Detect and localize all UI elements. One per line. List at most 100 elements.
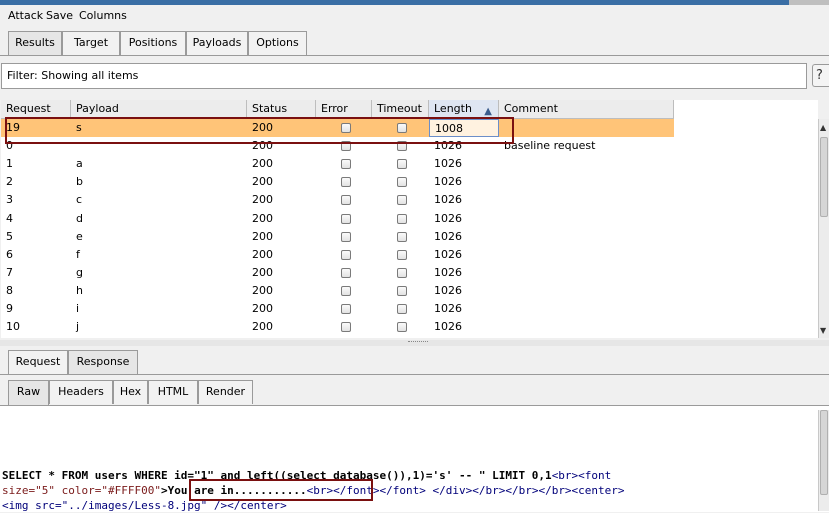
tab-response[interactable]: Response	[68, 350, 138, 375]
error-checkbox[interactable]	[341, 231, 351, 242]
tab-positions[interactable]: Positions	[120, 31, 186, 55]
timeout-checkbox[interactable]	[397, 213, 407, 224]
error-checkbox[interactable]	[341, 267, 351, 278]
tab-render[interactable]: Render	[198, 380, 253, 404]
cell-comment	[499, 210, 674, 228]
timeout-checkbox[interactable]	[397, 249, 407, 260]
tab-results[interactable]: Results	[8, 31, 62, 56]
filter-bar[interactable]: Filter: Showing all items	[1, 63, 807, 89]
timeout-checkbox[interactable]	[397, 304, 407, 314]
cell-length: 1026	[434, 265, 462, 279]
cell-request: 6	[6, 247, 13, 261]
tab-divider	[0, 55, 829, 56]
cell-request: 7	[6, 265, 13, 279]
cell-status: 200	[252, 157, 273, 171]
cell-error	[316, 191, 372, 209]
cell-comment: baseline request	[504, 139, 596, 153]
error-checkbox[interactable]	[341, 285, 351, 296]
cell-payload: e	[76, 229, 83, 243]
cell-timeout	[372, 300, 429, 318]
tab-raw[interactable]: Raw	[8, 380, 49, 405]
reqresp-divider	[0, 374, 829, 375]
table-row[interactable]: 3 c 200 1026	[1, 191, 674, 209]
cell-error	[316, 318, 372, 336]
tab-hex[interactable]: Hex	[113, 380, 148, 404]
error-checkbox[interactable]	[341, 304, 351, 314]
cell-timeout	[372, 228, 429, 246]
cell-status: 200	[252, 193, 273, 207]
cell-comment	[499, 318, 674, 336]
scroll-thumb[interactable]	[820, 137, 828, 217]
menu-attack[interactable]: Attack	[8, 9, 43, 22]
timeout-checkbox[interactable]	[397, 159, 407, 170]
response-scrollbar[interactable]	[818, 410, 829, 511]
cell-comment	[499, 300, 674, 318]
pane-splitter[interactable]	[0, 340, 829, 346]
col-length-label: Length	[434, 102, 472, 115]
error-checkbox[interactable]	[341, 195, 351, 206]
scroll-up-icon[interactable]: ▲	[820, 123, 826, 132]
cell-comment	[499, 264, 674, 282]
tab-headers[interactable]: Headers	[49, 380, 113, 404]
cell-request: 2	[6, 175, 13, 189]
cell-length: 1026	[434, 211, 462, 225]
error-checkbox[interactable]	[341, 177, 351, 188]
table-row[interactable]: 8 h 200 1026	[1, 282, 674, 300]
tab-target[interactable]: Target	[62, 31, 120, 55]
timeout-checkbox[interactable]	[397, 322, 407, 333]
table-row[interactable]: 4 d 200 1026	[1, 210, 674, 228]
error-checkbox[interactable]	[341, 159, 351, 170]
splitter-grip-icon[interactable]	[408, 341, 428, 345]
error-checkbox[interactable]	[341, 249, 351, 260]
cell-request: 8	[6, 283, 13, 297]
table-row[interactable]: 5 e 200 1026	[1, 228, 674, 246]
cell-status: 200	[252, 283, 273, 297]
table-row[interactable]: 7 g 200 1026	[1, 264, 674, 282]
col-comment[interactable]: Comment	[499, 100, 674, 119]
table-row[interactable]: 1 a 200 1026	[1, 155, 674, 173]
tab-request[interactable]: Request	[8, 350, 68, 374]
cell-timeout	[372, 155, 429, 173]
tab-html[interactable]: HTML	[148, 380, 198, 404]
menu-save[interactable]: Save	[46, 9, 73, 22]
cell-timeout	[372, 191, 429, 209]
table-row[interactable]: 10 j 200 1026	[1, 318, 674, 336]
results-scrollbar[interactable]: ▲ ▼	[818, 119, 829, 338]
timeout-checkbox[interactable]	[397, 177, 407, 188]
cell-timeout	[372, 246, 429, 264]
response-scroll-thumb[interactable]	[820, 410, 828, 495]
error-checkbox[interactable]	[341, 213, 351, 224]
cell-timeout	[372, 318, 429, 336]
cell-length: 1026	[434, 247, 462, 261]
cell-length: 1026	[434, 193, 462, 207]
cell-error	[316, 173, 372, 191]
timeout-checkbox[interactable]	[397, 231, 407, 242]
cell-error	[316, 228, 372, 246]
cell-comment	[499, 228, 674, 246]
font-attributes-text: size="5" color="#FFFF00"	[2, 484, 161, 497]
timeout-checkbox[interactable]	[397, 195, 407, 206]
filter-label: Filter:	[7, 69, 38, 82]
error-checkbox[interactable]	[341, 322, 351, 333]
menu-columns[interactable]: Columns	[79, 9, 127, 22]
cell-payload: i	[76, 302, 80, 315]
menu-bar: Attack Save Columns	[0, 5, 829, 27]
cell-error	[316, 264, 372, 282]
cell-length: 1026	[434, 302, 462, 315]
timeout-checkbox[interactable]	[397, 267, 407, 278]
scroll-down-icon[interactable]: ▼	[820, 326, 826, 335]
cell-payload: h	[76, 283, 83, 297]
cell-status: 200	[252, 265, 273, 279]
cell-comment	[499, 282, 674, 300]
tab-options[interactable]: Options	[248, 31, 307, 55]
cell-request: 9	[6, 302, 13, 315]
timeout-checkbox[interactable]	[397, 285, 407, 296]
table-row[interactable]: 6 f 200 1026	[1, 246, 674, 264]
cell-error	[316, 246, 372, 264]
cell-payload: b	[76, 175, 83, 189]
table-row[interactable]: 2 b 200 1026	[1, 173, 674, 191]
help-button[interactable]: ?	[812, 64, 829, 87]
tab-payloads[interactable]: Payloads	[186, 31, 248, 55]
cell-request: 1	[6, 157, 13, 171]
table-row[interactable]: 9 i 200 1026	[1, 300, 674, 318]
